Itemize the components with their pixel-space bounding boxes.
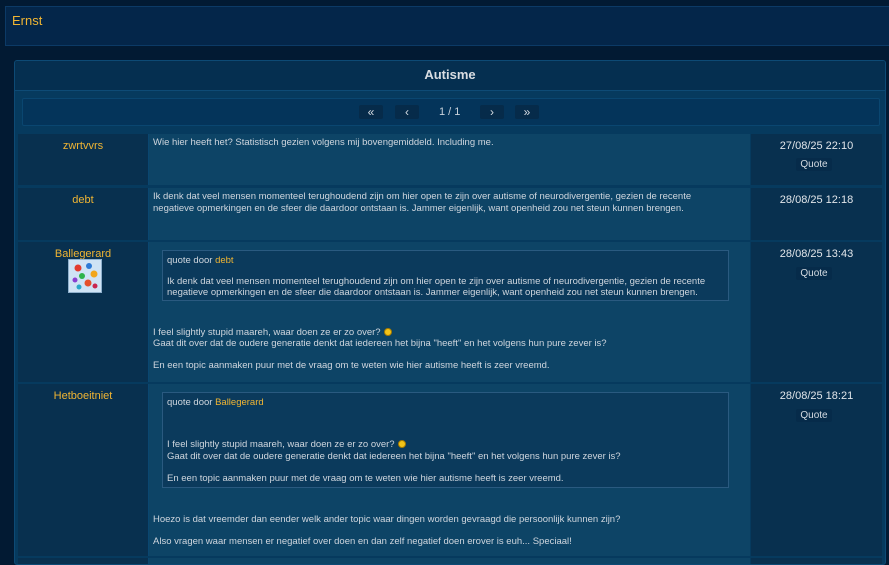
post-text: I feel slightly stupid maareh, waar doen… bbox=[153, 327, 392, 339]
last-page-button[interactable]: » bbox=[515, 105, 539, 119]
quoted-author[interactable]: debt bbox=[215, 255, 234, 266]
post-text: Gaat dit over dat de oudere generatie de… bbox=[153, 338, 607, 349]
post-body: Wie hier heeft het? Statistisch gezien v… bbox=[149, 134, 750, 185]
quote-header: quote door debt bbox=[167, 255, 234, 266]
post-row bbox=[18, 558, 882, 564]
post-timestamp: 28/08/25 13:43 bbox=[779, 248, 854, 260]
prev-page-button[interactable]: ‹ bbox=[395, 105, 419, 119]
quote-text: negatieve opmerkingen en de sfeer die da… bbox=[167, 287, 698, 298]
pagination: « ‹ 1 / 1 › » bbox=[22, 98, 880, 126]
quote-text: Gaat dit over dat de oudere generatie de… bbox=[167, 451, 621, 462]
post-text: negatieve opmerkingen en de sfeer die da… bbox=[153, 203, 684, 214]
post-body: quote door debt Ik denk dat veel mensen … bbox=[149, 242, 750, 382]
quote-header: quote door Ballegerard bbox=[167, 397, 264, 408]
post-author[interactable]: debt bbox=[18, 194, 148, 206]
avatar-balls-image bbox=[72, 263, 98, 290]
smiley-icon bbox=[397, 440, 406, 449]
post-row: zwrtvvrs Wie hier heeft het? Statistisch… bbox=[18, 134, 882, 185]
next-page-button[interactable]: › bbox=[480, 105, 504, 119]
post-text: Hoezo is dat vreemder dan eender welk an… bbox=[153, 514, 621, 525]
quote-text: I feel slightly stupid maareh, waar doen… bbox=[167, 439, 406, 451]
topic-panel: Autisme « ‹ 1 / 1 › » zwrtvvrs Wie hier … bbox=[14, 60, 886, 565]
quote-button[interactable]: Quote bbox=[796, 409, 832, 422]
post-text: En een topic aanmaken puur met de vraag … bbox=[153, 360, 550, 371]
post-body: quote door Ballegerard I feel slightly s… bbox=[149, 384, 750, 556]
page-info: 1 / 1 bbox=[439, 106, 461, 118]
quote-box: quote door Ballegerard I feel slightly s… bbox=[162, 392, 729, 488]
quoted-author[interactable]: Ballegerard bbox=[215, 397, 264, 408]
top-bar: Ernst bbox=[5, 6, 889, 46]
smiley-icon bbox=[383, 328, 392, 337]
site-name[interactable]: Ernst bbox=[12, 13, 42, 28]
post-timestamp: 27/08/25 22:10 bbox=[779, 140, 854, 152]
first-page-button[interactable]: « bbox=[359, 105, 383, 119]
quote-button[interactable]: Quote bbox=[796, 267, 832, 280]
quote-text: En een topic aanmaken puur met de vraag … bbox=[167, 473, 564, 484]
post-timestamp: 28/08/25 12:18 bbox=[779, 194, 854, 206]
quote-text: Ik denk dat veel mensen momenteel terugh… bbox=[167, 276, 706, 287]
post-text: Wie hier heeft het? Statistisch gezien v… bbox=[153, 137, 494, 148]
post-body: Ik denk dat veel mensen momenteel terugh… bbox=[149, 188, 750, 240]
post-row: Hetboeitniet quote door Ballegerard I fe… bbox=[18, 384, 882, 556]
quote-box: quote door debt Ik denk dat veel mensen … bbox=[162, 250, 729, 301]
post-row: debt Ik denk dat veel mensen momenteel t… bbox=[18, 188, 882, 240]
post-author[interactable]: Hetboeitniet bbox=[18, 390, 148, 402]
post-timestamp: 28/08/25 18:21 bbox=[779, 390, 854, 402]
topic-title: Autisme bbox=[15, 61, 885, 91]
post-text: Also vragen waar mensen er negatief over… bbox=[153, 536, 572, 547]
quote-button[interactable]: Quote bbox=[796, 158, 832, 171]
post-author[interactable]: zwrtvvrs bbox=[18, 140, 148, 152]
avatar[interactable] bbox=[68, 259, 102, 293]
post-row: Ballegerard quote door debt Ik denk dat … bbox=[18, 242, 882, 382]
post-text: Ik denk dat veel mensen momenteel terugh… bbox=[153, 191, 692, 202]
